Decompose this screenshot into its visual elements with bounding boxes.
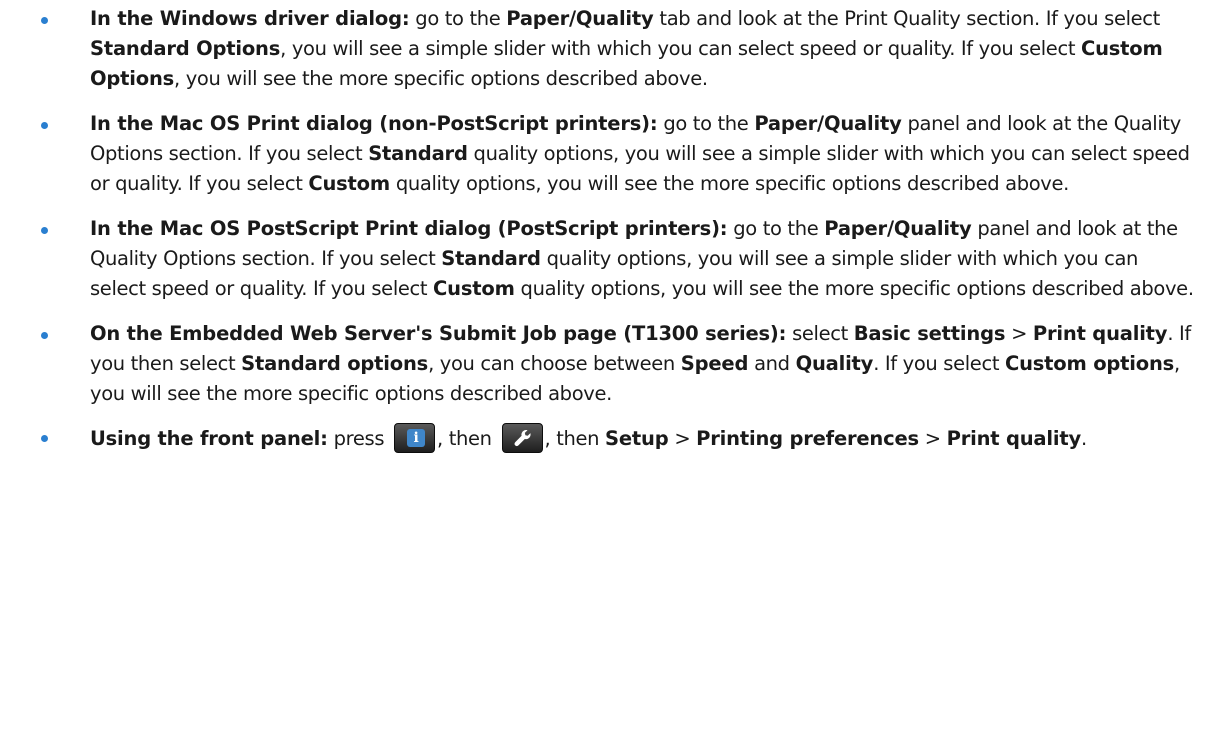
item-emphasis: Standard Options (90, 37, 281, 60)
item-text: , then (544, 427, 606, 450)
item-lead: In the Mac OS Print dialog (non-PostScri… (90, 112, 658, 135)
item-lead: In the Mac OS PostScript Print dialog (P… (90, 217, 728, 240)
item-text: quality options, you will see the more s… (514, 277, 1195, 300)
item-text: , you can choose between (428, 352, 681, 375)
item-emphasis: Custom (308, 172, 390, 195)
item-text: go to the (727, 217, 825, 240)
item-emphasis: Print quality (1032, 322, 1168, 345)
item-text: . (1081, 427, 1087, 450)
bullet (41, 227, 48, 234)
item-text: > (918, 427, 947, 450)
item-emphasis: Paper/Quality (754, 112, 902, 135)
wrench-icon (501, 422, 543, 453)
item-emphasis: Print quality (946, 427, 1082, 450)
item-text: go to the (657, 112, 755, 135)
list-item-front-panel: Using the front panel: press i , then , t… (0, 422, 1216, 454)
bullet (41, 122, 48, 129)
item-text: tab and look at the Print Quality sectio… (653, 7, 1160, 30)
bullet (41, 435, 48, 442)
item-text: , you will see a simple slider with whic… (280, 37, 1081, 60)
list-item-mac-print-dialog: In the Mac OS Print dialog (non-PostScri… (0, 109, 1216, 199)
item-emphasis: Custom options (1004, 352, 1175, 375)
list-item-embedded-web-server: On the Embedded Web Server's Submit Job … (0, 319, 1216, 409)
bullet (41, 17, 48, 24)
item-emphasis: Setup (605, 427, 669, 450)
item-text: > (668, 427, 697, 450)
item-lead: On the Embedded Web Server's Submit Job … (90, 322, 787, 345)
item-text: go to the (409, 7, 507, 30)
item-text: press (327, 427, 391, 450)
list-item-windows-driver: In the Windows driver dialog: go to the … (0, 4, 1216, 94)
item-text: , you will see the more specific options… (174, 67, 708, 90)
item-lead: Using the front panel: (90, 427, 328, 450)
item-emphasis: Basic settings (853, 322, 1006, 345)
info-icon: i (394, 422, 436, 453)
item-emphasis: Standard (368, 142, 468, 165)
item-lead: In the Windows driver dialog: (90, 7, 410, 30)
item-text: quality options, you will see the more s… (390, 172, 1070, 195)
item-emphasis: Quality (795, 352, 874, 375)
list-item-mac-postscript-dialog: In the Mac OS PostScript Print dialog (P… (0, 214, 1216, 304)
wrench-glyph (514, 429, 531, 446)
item-text: , then (437, 427, 498, 450)
item-text: and (748, 352, 796, 375)
item-emphasis: Speed (680, 352, 749, 375)
item-text: > (1005, 322, 1033, 345)
info-glyph: i (407, 428, 426, 447)
instruction-list: In the Windows driver dialog: go to the … (0, 0, 1216, 469)
item-text: select (786, 322, 854, 345)
item-emphasis: Paper/Quality (506, 7, 654, 30)
item-emphasis: Paper/Quality (824, 217, 972, 240)
item-emphasis: Standard (441, 247, 541, 270)
item-emphasis: Printing preferences (696, 427, 919, 450)
item-text: . If you select (873, 352, 1005, 375)
bullet (41, 332, 48, 339)
item-emphasis: Standard options (241, 352, 429, 375)
item-emphasis: Custom (433, 277, 515, 300)
